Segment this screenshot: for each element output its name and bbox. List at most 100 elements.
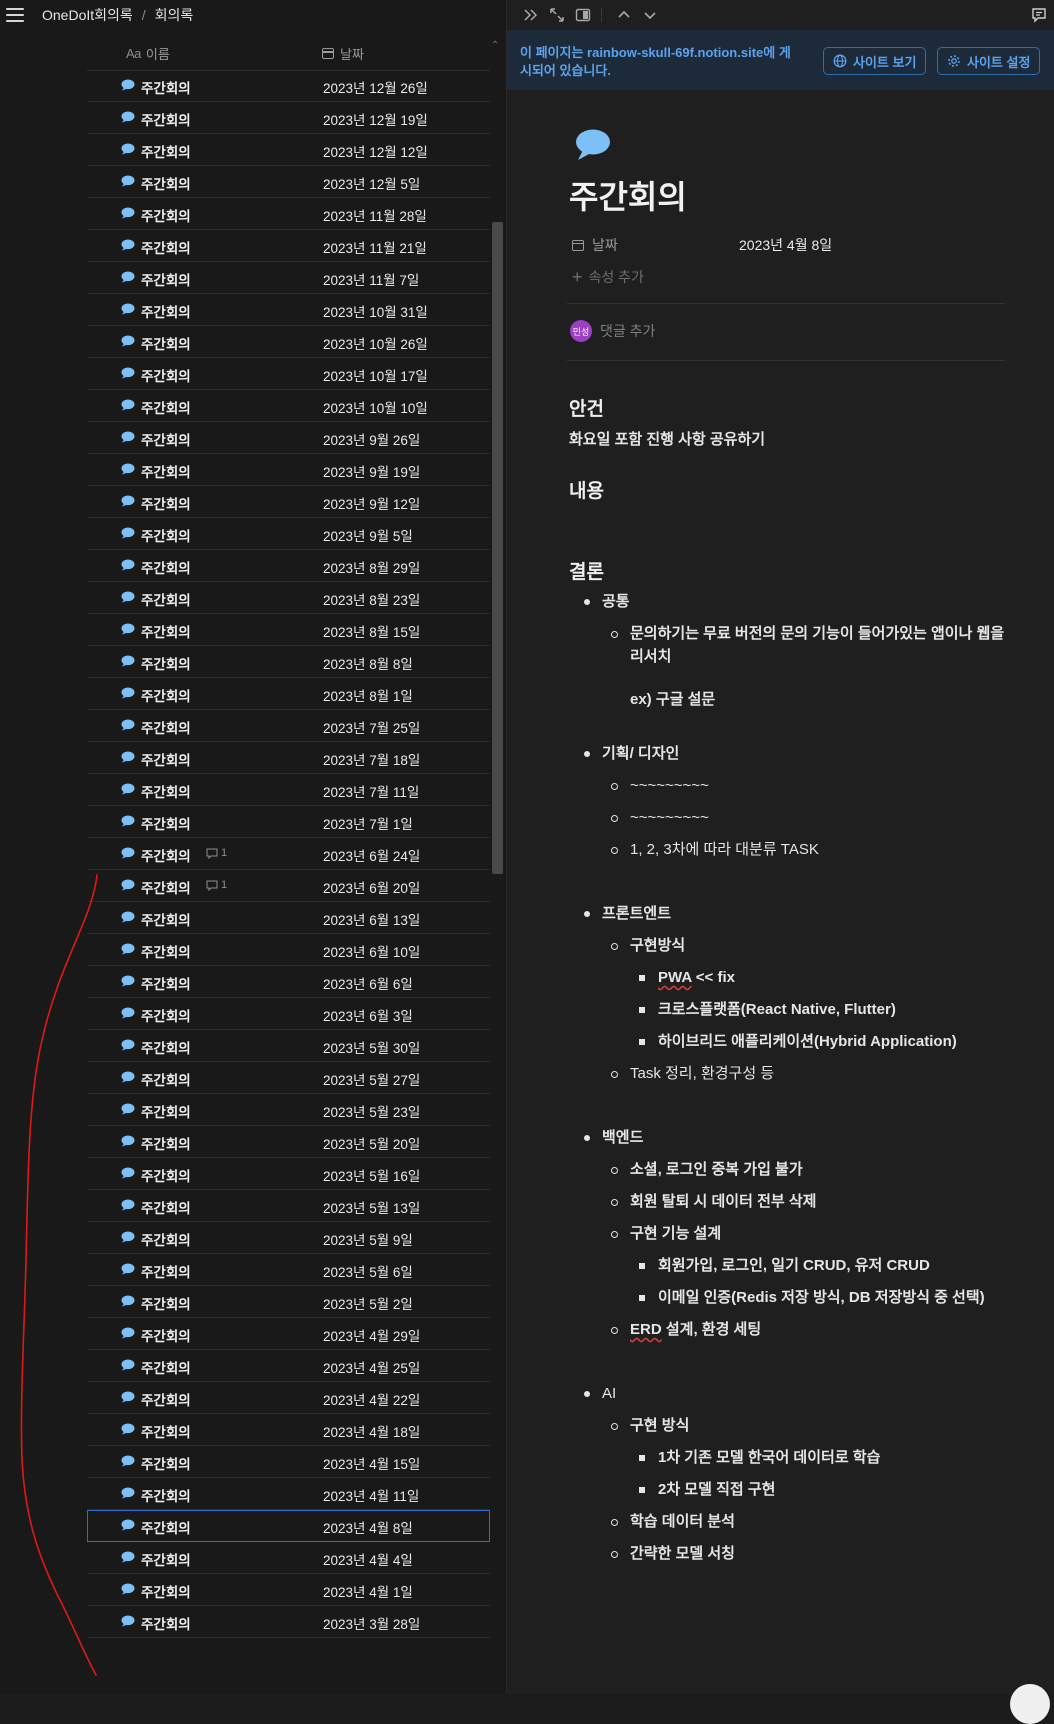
- table-row[interactable]: 주간회의 2023년 11월 7일: [87, 262, 490, 294]
- table-row[interactable]: 주간회의 2023년 11월 21일: [87, 230, 490, 262]
- row-title[interactable]: 주간회의: [141, 1037, 191, 1057]
- row-date[interactable]: 2023년 4월 22일: [323, 1389, 420, 1409]
- comments-icon[interactable]: [1030, 6, 1048, 24]
- help-button[interactable]: [1010, 1684, 1050, 1724]
- row-date[interactable]: 2023년 6월 24일: [323, 845, 420, 865]
- row-title[interactable]: 주간회의: [141, 237, 191, 257]
- table-row[interactable]: 주간회의 2023년 4월 4일: [87, 1542, 490, 1574]
- common-item-1[interactable]: 문의하기는 무료 버전의 문의 기능이 들어가있는 앱이나 웹을 리서치: [630, 622, 1005, 668]
- row-title[interactable]: 주간회의: [141, 141, 191, 161]
- date-property[interactable]: 날짜 2023년 4월 8일: [567, 230, 1005, 258]
- table-row[interactable]: 주간회의 2023년 8월 29일: [87, 550, 490, 582]
- row-date[interactable]: 2023년 12월 12일: [323, 141, 428, 161]
- table-row[interactable]: 주간회의 2023년 6월 13일: [87, 902, 490, 934]
- row-title[interactable]: 주간회의: [141, 493, 191, 513]
- table-row[interactable]: 주간회의 2023년 12월 5일: [87, 166, 490, 198]
- table-row[interactable]: 주간회의 2023년 5월 2일: [87, 1286, 490, 1318]
- row-title[interactable]: 주간회의: [141, 1325, 191, 1345]
- table-row[interactable]: 주간회의 2023년 7월 25일: [87, 710, 490, 742]
- row-title[interactable]: 주간회의: [141, 877, 191, 897]
- table-row[interactable]: 주간회의 2023년 8월 15일: [87, 614, 490, 646]
- row-title[interactable]: 주간회의: [141, 1485, 191, 1505]
- row-date[interactable]: 2023년 5월 13일: [323, 1197, 420, 1217]
- ai-sub-1[interactable]: 구현 방식: [630, 1414, 689, 1437]
- row-date[interactable]: 2023년 7월 11일: [323, 781, 419, 801]
- row-date[interactable]: 2023년 4월 15일: [323, 1453, 420, 1473]
- table-row[interactable]: 주간회의 2023년 6월 10일: [87, 934, 490, 966]
- row-title[interactable]: 주간회의: [141, 173, 191, 193]
- row-title[interactable]: 주간회의: [141, 333, 191, 353]
- table-row[interactable]: 주간회의 2023년 4월 25일: [87, 1350, 490, 1382]
- table-row[interactable]: 주간회의 2023년 4월 1일: [87, 1574, 490, 1606]
- speech-bubble-icon[interactable]: [573, 128, 613, 162]
- row-title[interactable]: 주간회의: [141, 1389, 191, 1409]
- table-row[interactable]: 주간회의 2023년 12월 12일: [87, 134, 490, 166]
- row-date[interactable]: 2023년 10월 17일: [323, 365, 428, 385]
- bullet-ai[interactable]: AI: [602, 1382, 616, 1405]
- table-row[interactable]: 주간회의 1 2023년 6월 24일: [87, 838, 490, 870]
- agenda-text[interactable]: 화요일 포함 진행 사항 공유하기: [569, 428, 765, 449]
- add-comment-row[interactable]: 민성 댓글 추가: [570, 320, 655, 342]
- row-date[interactable]: 2023년 4월 11일: [323, 1485, 419, 1505]
- row-title[interactable]: 주간회의: [141, 1101, 191, 1121]
- table-row[interactable]: 주간회의 2023년 5월 20일: [87, 1126, 490, 1158]
- row-date[interactable]: 2023년 6월 13일: [323, 909, 420, 929]
- table-row[interactable]: 주간회의 2023년 5월 30일: [87, 1030, 490, 1062]
- row-date[interactable]: 2023년 9월 5일: [323, 525, 413, 545]
- site-settings-button[interactable]: 사이트 설정: [937, 47, 1041, 75]
- ai-sub-1-b[interactable]: 2차 모델 직접 구현: [658, 1478, 775, 1501]
- table-row[interactable]: 주간회의 2023년 8월 23일: [87, 582, 490, 614]
- view-site-button[interactable]: 사이트 보기: [823, 47, 927, 75]
- row-title[interactable]: 주간회의: [141, 941, 191, 961]
- table-row[interactable]: 주간회의 2023년 10월 31일: [87, 294, 490, 326]
- bullet-common[interactable]: 공통: [602, 590, 630, 613]
- row-date[interactable]: 2023년 9월 26일: [323, 429, 420, 449]
- table-row[interactable]: 주간회의 2023년 5월 9일: [87, 1222, 490, 1254]
- row-date[interactable]: 2023년 5월 20일: [323, 1133, 420, 1153]
- row-date[interactable]: 2023년 5월 23일: [323, 1101, 420, 1121]
- row-date[interactable]: 2023년 8월 8일: [323, 653, 413, 673]
- frontend-sub-2[interactable]: Task 정리, 환경구성 등: [630, 1062, 774, 1085]
- table-row[interactable]: 주간회의 2023년 9월 26일: [87, 422, 490, 454]
- row-date[interactable]: 2023년 4월 18일: [323, 1421, 420, 1441]
- row-title[interactable]: 주간회의: [141, 461, 191, 481]
- row-title[interactable]: 주간회의: [141, 397, 191, 417]
- table-row[interactable]: 주간회의 2023년 4월 8일: [87, 1510, 490, 1542]
- frontend-sub-1[interactable]: 구현방식: [630, 934, 685, 957]
- breadcrumb-page[interactable]: 회의록: [155, 5, 194, 25]
- row-title[interactable]: 주간회의: [141, 1613, 191, 1633]
- row-title[interactable]: 주간회의: [141, 845, 191, 865]
- table-row[interactable]: 주간회의 2023년 4월 11일: [87, 1478, 490, 1510]
- conclusion-heading[interactable]: 결론: [569, 557, 604, 584]
- row-date[interactable]: 2023년 9월 12일: [323, 493, 420, 513]
- row-title[interactable]: 주간회의: [141, 525, 191, 545]
- row-date[interactable]: 2023년 12월 19일: [323, 109, 428, 129]
- row-date[interactable]: 2023년 4월 25일: [323, 1357, 420, 1377]
- table-row[interactable]: 주간회의 2023년 12월 19일: [87, 102, 490, 134]
- row-date[interactable]: 2023년 5월 30일: [323, 1037, 420, 1057]
- frontend-sub-1-b[interactable]: 크로스플랫폼(React Native, Flutter): [658, 998, 896, 1021]
- table-row[interactable]: 주간회의 2023년 12월 26일: [87, 70, 490, 102]
- bullet-planning[interactable]: 기획/ 디자인: [602, 742, 679, 765]
- table-row[interactable]: 주간회의 2023년 4월 15일: [87, 1446, 490, 1478]
- row-title[interactable]: 주간회의: [141, 1421, 191, 1441]
- row-date[interactable]: 2023년 12월 5일: [323, 173, 420, 193]
- row-date[interactable]: 2023년 10월 31일: [323, 301, 428, 321]
- table-row[interactable]: 주간회의 2023년 3월 28일: [87, 1606, 490, 1638]
- row-title[interactable]: 주간회의: [141, 589, 191, 609]
- scrollbar-thumb[interactable]: [492, 222, 503, 874]
- table-row[interactable]: 주간회의 2023년 5월 6일: [87, 1254, 490, 1286]
- row-date[interactable]: 2023년 5월 2일: [323, 1293, 413, 1313]
- row-title[interactable]: 주간회의: [141, 1517, 191, 1537]
- menu-icon[interactable]: [6, 8, 24, 22]
- backend-sub-1[interactable]: 소셜, 로그인 중복 가입 불가: [630, 1158, 803, 1181]
- table-row[interactable]: 주간회의 2023년 10월 17일: [87, 358, 490, 390]
- ai-sub-3[interactable]: 간략한 모델 서칭: [630, 1542, 735, 1565]
- row-title[interactable]: 주간회의: [141, 909, 191, 929]
- row-date[interactable]: 2023년 5월 27일: [323, 1069, 420, 1089]
- row-date[interactable]: 2023년 5월 16일: [323, 1165, 420, 1185]
- add-property-button[interactable]: + 속성 추가: [572, 267, 644, 287]
- row-date[interactable]: 2023년 8월 1일: [323, 685, 413, 705]
- table-row[interactable]: 주간회의 2023년 11월 28일: [87, 198, 490, 230]
- table-row[interactable]: 주간회의 2023년 9월 19일: [87, 454, 490, 486]
